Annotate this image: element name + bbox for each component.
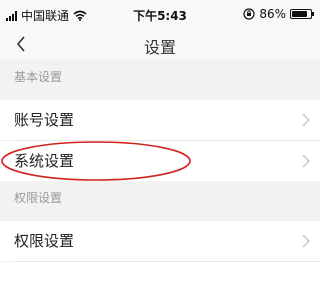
nav-bar: 设置	[0, 28, 320, 60]
battery-fill	[292, 11, 308, 17]
system-settings-row[interactable]: 系统设置	[0, 141, 320, 181]
next-row-partial[interactable]	[0, 262, 320, 302]
chevron-right-icon	[302, 234, 310, 248]
section-header-basic: 基本设置	[0, 60, 320, 94]
orientation-lock-icon	[243, 8, 255, 20]
chevron-right-icon	[302, 113, 310, 127]
battery-icon	[290, 9, 314, 19]
system-settings-label: 系统设置	[14, 152, 75, 170]
section-header-permissions: 权限设置	[0, 181, 320, 215]
status-bar: 中国联通 下午5:43 86%	[0, 0, 320, 28]
account-settings-row[interactable]: 账号设置	[0, 100, 320, 140]
permission-settings-row[interactable]: 权限设置	[0, 221, 320, 261]
status-right: 86%	[243, 7, 314, 21]
account-settings-label: 账号设置	[14, 111, 75, 129]
permission-settings-label: 权限设置	[14, 232, 75, 250]
chevron-right-icon	[302, 154, 310, 168]
battery-percent: 86%	[259, 7, 286, 21]
page-title: 设置	[143, 38, 176, 57]
